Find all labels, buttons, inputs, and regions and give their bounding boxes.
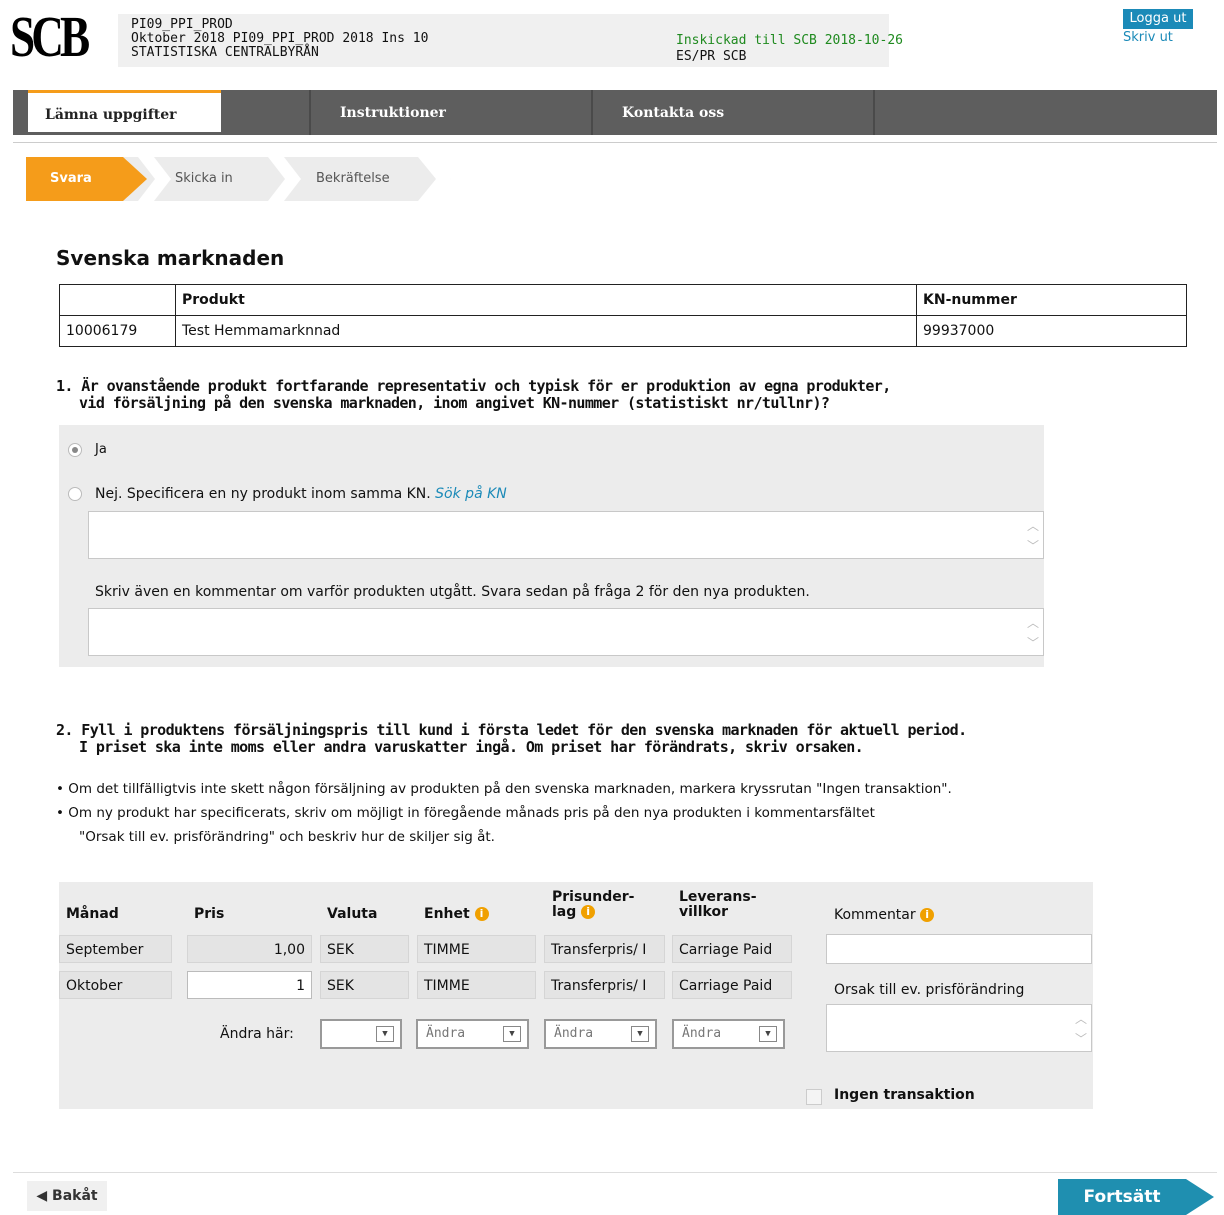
scroll-arrows-icon: ︿ ﹀ xyxy=(1026,616,1039,650)
unit-cell: TIMME xyxy=(417,971,536,999)
delivery-terms-cell: Carriage Paid xyxy=(672,935,792,963)
footer-divider xyxy=(13,1172,1217,1173)
col-delivery-terms-1: Leverans- xyxy=(679,889,757,905)
no-transaction-checkbox[interactable] xyxy=(806,1089,822,1105)
col-delivery-terms: Leverans- villkor xyxy=(679,890,757,920)
question-1-line-2: vid försäljning på den svenska marknaden… xyxy=(79,394,830,412)
tab-contact[interactable]: Kontakta oss xyxy=(622,90,724,135)
comment-textarea[interactable]: ︿ ﹀ xyxy=(88,608,1044,656)
nav-separator xyxy=(591,90,593,135)
col-month: Månad xyxy=(66,906,119,922)
nav-divider xyxy=(13,142,1217,143)
change-here-label: Ändra här: xyxy=(220,1026,294,1042)
unit-cell: TIMME xyxy=(417,935,536,963)
chevron-down-icon: ▼ xyxy=(631,1026,649,1042)
col-unit: Enhet i xyxy=(424,907,489,922)
col-comment-label: Kommentar xyxy=(834,907,916,923)
radio-yes[interactable] xyxy=(68,443,82,457)
tab-instructions[interactable]: Instruktioner xyxy=(340,90,446,135)
submission-status: Inskickad till SCB 2018-10-26 xyxy=(676,33,903,48)
question-1-panel: Ja Nej. Specificera en ny produkt inom s… xyxy=(59,425,1044,667)
question-2-line-1: 2. Fyll i produktens försäljningspris ti… xyxy=(56,721,967,739)
header-unit: ES/PR SCB xyxy=(676,49,747,64)
new-product-textarea[interactable]: ︿ ﹀ xyxy=(88,511,1044,559)
col-unit-label: Enhet xyxy=(424,906,470,922)
main-nav: Lämna uppgifter Instruktioner Kontakta o… xyxy=(13,90,1217,135)
header-organisation: STATISTISKA CENTRALBYRÅN xyxy=(131,45,319,60)
kn-number: 99937000 xyxy=(916,315,1187,347)
price-basis-cell: Transferpris/ I xyxy=(544,935,665,963)
table-header-product: Produkt xyxy=(175,284,917,316)
unit-select[interactable]: Ändra ▼ xyxy=(416,1019,529,1049)
table-header-id xyxy=(59,284,176,316)
scroll-arrows-icon: ︿ ﹀ xyxy=(1074,1012,1087,1046)
instruction-bullet-2: • Om ny produkt har specificerats, skriv… xyxy=(56,805,875,821)
radio-no[interactable] xyxy=(68,487,82,501)
step-confirmation: Bekräftelse xyxy=(316,171,390,186)
no-transaction-label: Ingen transaktion xyxy=(834,1087,975,1103)
question-2-line-2: I priset ska inte moms eller andra varus… xyxy=(79,738,864,756)
delivery-terms-select[interactable]: Ändra ▼ xyxy=(672,1019,785,1049)
radio-yes-label: Ja xyxy=(95,442,107,457)
col-currency: Valuta xyxy=(327,906,378,922)
price-basis-select-value: Ändra xyxy=(554,1026,594,1041)
header-period: Oktober 2018 PI09_PPI_PROD 2018 Ins 10 xyxy=(131,31,429,46)
chevron-down-icon: ▼ xyxy=(503,1026,521,1042)
delivery-terms-cell: Carriage Paid xyxy=(672,971,792,999)
table-row: 10006179 Test Hemmamarknnad 99937000 xyxy=(59,315,1187,347)
delivery-terms-select-value: Ändra xyxy=(682,1026,722,1041)
col-price: Pris xyxy=(194,906,225,922)
info-icon[interactable]: i xyxy=(920,908,935,922)
month-cell: September xyxy=(59,935,172,963)
col-delivery-terms-2: villkor xyxy=(679,904,728,920)
col-comment: Kommentar i xyxy=(834,907,935,923)
price-input[interactable]: 1 xyxy=(187,971,312,999)
col-price-basis: Prisunder- lag i xyxy=(552,890,634,920)
currency-cell: SEK xyxy=(320,971,409,999)
product-name: Test Hemmamarknnad xyxy=(175,315,917,347)
print-link[interactable]: Skriv ut xyxy=(1123,30,1173,45)
instruction-bullet-1: • Om det tillfälligtvis inte skett någon… xyxy=(56,781,952,797)
price-basis-select[interactable]: Ändra ▼ xyxy=(544,1019,657,1049)
continue-arrow-icon[interactable] xyxy=(1186,1179,1214,1215)
chevron-down-icon: ▼ xyxy=(759,1026,777,1042)
product-table: Produkt KN-nummer 10006179 Test Hemmamar… xyxy=(59,284,1187,347)
step-answer: Svara xyxy=(50,171,92,186)
scroll-arrows-icon: ︿ ﹀ xyxy=(1026,519,1039,553)
price-basis-cell: Transferpris/ I xyxy=(544,971,665,999)
logout-button[interactable]: Logga ut xyxy=(1123,9,1193,29)
product-id: 10006179 xyxy=(59,315,176,347)
search-kn-link[interactable]: Sök på KN xyxy=(435,486,507,502)
question-1-line-1: 1. Är ovanstående produkt fortfarande re… xyxy=(56,377,891,395)
table-header-kn: KN-nummer xyxy=(916,284,1187,316)
comment-input[interactable] xyxy=(826,934,1092,964)
table-header-row: Produkt KN-nummer xyxy=(59,284,1187,316)
col-price-basis-2: lag xyxy=(552,904,577,920)
instruction-bullet-3: "Orsak till ev. prisförändring" och besk… xyxy=(79,829,495,845)
chevron-down-icon: ▼ xyxy=(376,1026,394,1042)
scb-logo: SCB xyxy=(10,4,90,69)
tab-submit-data[interactable]: Lämna uppgifter xyxy=(28,90,221,132)
nav-separator xyxy=(873,90,875,135)
price-change-reason-textarea[interactable]: ︿ ﹀ xyxy=(826,1004,1092,1052)
comment-hint: Skriv även en kommentar om varför produk… xyxy=(95,584,810,600)
radio-no-text: Nej. Specificera en ny produkt inom samm… xyxy=(95,486,431,502)
currency-select[interactable]: ▼ xyxy=(320,1019,402,1049)
price-change-reason-label: Orsak till ev. prisförändring xyxy=(834,982,1025,998)
unit-select-value: Ändra xyxy=(426,1026,466,1041)
month-cell: Oktober xyxy=(59,971,172,999)
section-title: Svenska marknaden xyxy=(56,246,285,270)
radio-no-label: Nej. Specificera en ny produkt inom samm… xyxy=(95,486,507,502)
back-button[interactable]: ◀ Bakåt xyxy=(27,1181,107,1211)
currency-cell: SEK xyxy=(320,935,409,963)
col-price-basis-1: Prisunder- xyxy=(552,889,635,905)
nav-separator xyxy=(309,90,311,135)
header-survey-id: PI09_PPI_PROD xyxy=(131,17,233,32)
continue-button[interactable]: Fortsätt xyxy=(1058,1179,1186,1215)
step-submit: Skicka in xyxy=(175,171,233,186)
info-icon[interactable]: i xyxy=(474,907,489,921)
info-icon[interactable]: i xyxy=(581,905,596,919)
price-cell: 1,00 xyxy=(187,935,312,963)
